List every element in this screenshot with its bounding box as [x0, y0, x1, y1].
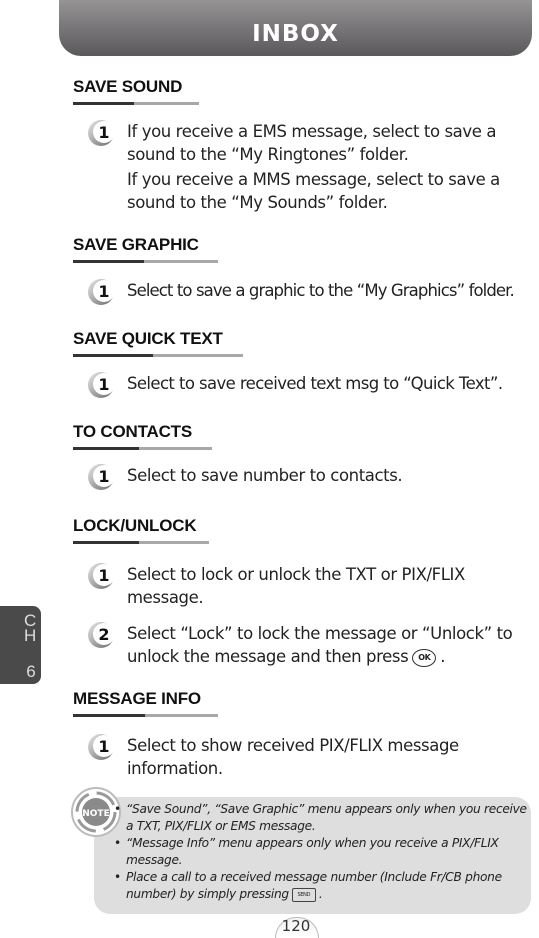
note-item: “Message Info” menu appears only when yo…	[112, 835, 532, 869]
step-number-icon: 1	[87, 278, 115, 306]
note-item: “Save Sound”, “Save Graphic” menu appear…	[112, 801, 532, 835]
step-text: Select “Lock” to lock the message or “Un…	[127, 622, 532, 668]
section-save-sound: SAVE SOUND	[73, 77, 199, 105]
step-number-icon: 1	[87, 463, 115, 491]
step-text: Select to save received text msg to “Qui…	[127, 374, 503, 393]
step-item: 1 Select to save received text msg to “Q…	[87, 372, 539, 399]
section-heading: LOCK/UNLOCK	[73, 516, 197, 535]
section-message-info: MESSAGE INFO	[73, 689, 218, 717]
heading-underline	[73, 354, 243, 357]
ok-key-icon: OK	[412, 648, 437, 667]
note-item: Place a call to a received message numbe…	[112, 869, 532, 903]
step-text: Select to save number to contacts.	[127, 466, 403, 485]
step-item: 2 Select “Lock” to lock the message or “…	[87, 622, 532, 668]
section-heading: MESSAGE INFO	[73, 689, 201, 708]
step-number: 1	[98, 737, 109, 756]
step-number: 1	[98, 375, 109, 394]
note-list: “Save Sound”, “Save Graphic” menu appear…	[112, 801, 532, 903]
step-item: 1 Select to show received PIX/FLIX messa…	[87, 734, 507, 780]
heading-underline	[73, 102, 199, 105]
step-number-icon: 1	[87, 733, 115, 761]
step-number: 2	[98, 625, 109, 644]
send-key-icon: SEND	[291, 887, 316, 902]
section-heading: SAVE QUICK TEXT	[73, 329, 223, 348]
step-text: If you receive a MMS message, select to …	[127, 170, 500, 212]
note-text-after-key: .	[318, 887, 323, 901]
page-header: INBOX	[59, 0, 532, 56]
heading-underline	[73, 714, 218, 717]
step-number-icon: 1	[87, 562, 115, 590]
section-save-quick-text: SAVE QUICK TEXT	[73, 329, 243, 357]
section-heading: SAVE GRAPHIC	[73, 235, 199, 254]
step-number: 1	[98, 123, 109, 142]
step-number: 1	[98, 282, 109, 301]
step-item: 1 Select to lock or unlock the TXT or PI…	[87, 563, 512, 609]
chapter-label: CH	[24, 611, 38, 645]
heading-underline	[73, 447, 212, 450]
section-save-graphic: SAVE GRAPHIC	[73, 235, 218, 263]
step-item: 1 Select to save number to contacts.	[87, 464, 537, 491]
step-number: 1	[98, 467, 109, 486]
page-title: INBOX	[252, 21, 339, 47]
section-to-contacts: TO CONTACTS	[73, 422, 212, 450]
step-item: 1 Select to save a graphic to the “My Gr…	[87, 279, 539, 306]
heading-underline	[73, 541, 209, 544]
section-heading: SAVE SOUND	[73, 77, 183, 96]
step-text-after-key: .	[440, 647, 446, 666]
step-text-before-key: Select “Lock” to lock the message or “Un…	[127, 624, 513, 666]
step-number-icon: 1	[87, 119, 115, 147]
chapter-number: 6	[26, 662, 36, 681]
step-text: Select to lock or unlock the TXT or PIX/…	[127, 565, 465, 607]
section-heading: TO CONTACTS	[73, 422, 192, 441]
chapter-label-text: CH	[24, 611, 37, 645]
chapter-tab: CH 6	[0, 606, 41, 684]
step-text: Select to show received PIX/FLIX message…	[127, 736, 459, 778]
step-number-icon: 2	[87, 621, 115, 649]
note-icon-label: NOTE	[82, 809, 109, 819]
heading-underline	[73, 260, 218, 263]
page-number: 120	[281, 917, 311, 935]
step-text: Select to save a graphic to the “My Grap…	[127, 281, 515, 300]
step-number: 1	[98, 566, 109, 585]
section-lock-unlock: LOCK/UNLOCK	[73, 516, 209, 544]
step-number-icon: 1	[87, 371, 115, 399]
step-item: 1 If you receive a EMS message, select t…	[87, 120, 537, 214]
step-text: If you receive a EMS message, select to …	[127, 122, 497, 164]
